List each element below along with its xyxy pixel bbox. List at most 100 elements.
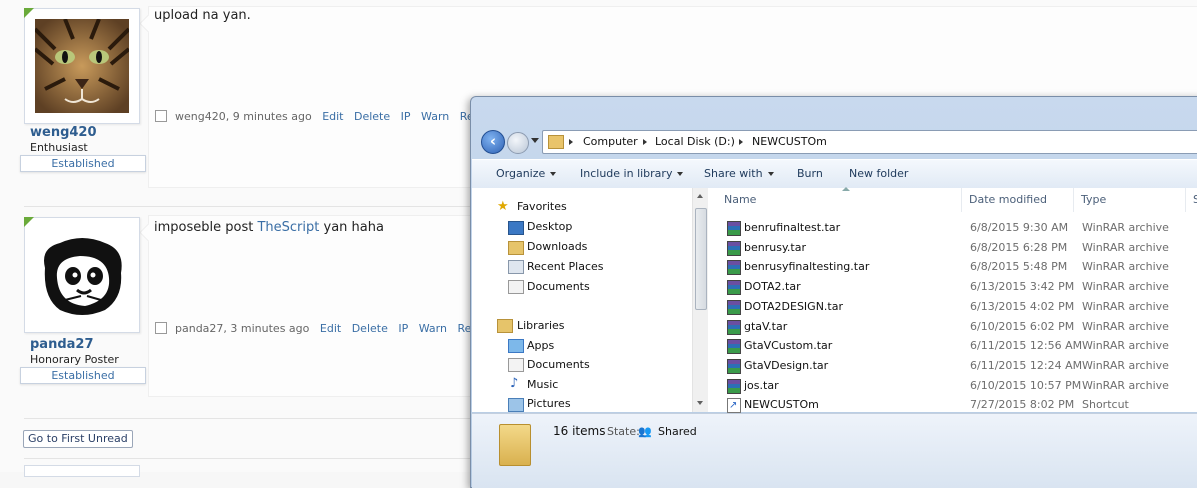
ip-link[interactable]: IP: [401, 110, 411, 123]
burn-button[interactable]: Burn: [797, 167, 823, 180]
share-with-button[interactable]: Share with: [704, 167, 774, 180]
file-type: WinRAR archive: [1082, 299, 1169, 313]
folder-icon: [499, 424, 531, 466]
new-folder-button[interactable]: New folder: [849, 167, 908, 180]
post-meta: weng420, 9 minutes ago Edit Delete IP Wa…: [155, 110, 496, 123]
nav-libraries[interactable]: Libraries: [517, 319, 565, 332]
post-text: imposeble post TheScript yan haha: [154, 220, 384, 235]
rank-badge: Established: [20, 155, 146, 172]
file-name: NEWCUSTOm: [744, 398, 819, 412]
column-header-date-modified[interactable]: Date modified: [962, 188, 1074, 212]
rar-icon: [727, 319, 741, 335]
file-name: benrufinaltest.tar: [744, 221, 841, 234]
back-button[interactable]: ‹: [481, 130, 505, 154]
mention-link[interactable]: TheScript: [257, 220, 319, 235]
command-bar: Organize Include in library Share with B…: [472, 159, 1197, 189]
file-row[interactable]: DOTA2.tar 6/13/2015 3:42 PM WinRAR archive: [708, 277, 1197, 296]
state-label: State:: [607, 425, 640, 438]
forward-button[interactable]: [507, 132, 529, 154]
breadcrumb-arrow-icon[interactable]: [739, 139, 743, 145]
go-to-first-unread-button[interactable]: Go to First Unread: [23, 430, 133, 448]
edit-link[interactable]: Edit: [320, 322, 341, 335]
rar-icon: [727, 378, 741, 394]
post-text-after: yan haha: [323, 220, 384, 235]
rar-icon: [727, 358, 741, 374]
address-bar[interactable]: Computer Local Disk (D:) NEWCUSTOm: [542, 130, 1197, 154]
file-type: WinRAR archive: [1082, 319, 1169, 333]
file-date-modified: 6/8/2015 6:28 PM: [970, 240, 1068, 254]
avatar[interactable]: [24, 8, 140, 124]
file-date-modified: 6/13/2015 4:02 PM: [970, 299, 1075, 313]
file-date-modified: 7/27/2015 8:02 PM: [970, 398, 1075, 412]
avatar: [24, 465, 140, 477]
state-value: Shared: [658, 425, 697, 438]
desktop-icon: [508, 221, 524, 235]
file-name: GtaVCustom.tar: [744, 339, 833, 353]
breadcrumb-computer[interactable]: Computer: [583, 131, 638, 153]
file-row[interactable]: gtaV.tar 6/10/2015 6:02 PM WinRAR archive: [708, 317, 1197, 336]
nav-desktop[interactable]: Desktop: [527, 220, 572, 233]
column-header-size[interactable]: S: [1186, 188, 1197, 212]
shortcut-icon: [727, 396, 741, 415]
file-row[interactable]: jos.tar 6/10/2015 10:57 PM WinRAR archive: [708, 376, 1197, 395]
avatar[interactable]: [24, 217, 140, 333]
organize-button[interactable]: Organize: [496, 167, 557, 180]
scroll-up-icon[interactable]: [697, 194, 703, 198]
file-date-modified: 6/11/2015 12:24 AM: [970, 358, 1083, 372]
nav-documents[interactable]: Documents: [527, 280, 590, 293]
music-icon: ♪: [510, 376, 519, 391]
file-row[interactable]: NEWCUSTOm 7/27/2015 8:02 PM Shortcut: [708, 395, 1197, 415]
nav-apps[interactable]: Apps: [527, 339, 554, 352]
file-row[interactable]: benrusyfinaltesting.tar 6/8/2015 5:48 PM W…: [708, 257, 1197, 276]
nav-pictures[interactable]: Pictures: [527, 397, 571, 410]
rar-icon: [727, 240, 741, 256]
delete-link[interactable]: Delete: [352, 322, 388, 335]
username-link[interactable]: weng420: [30, 125, 97, 140]
warn-link[interactable]: Warn: [419, 322, 447, 335]
breadcrumb-arrow-icon[interactable]: [569, 139, 573, 145]
scroll-down-icon[interactable]: [697, 401, 703, 405]
include-in-library-button[interactable]: Include in library: [580, 167, 684, 180]
username-link[interactable]: panda27: [30, 337, 94, 352]
folder-icon: [548, 135, 564, 149]
file-row[interactable]: benrusy.tar 6/8/2015 6:28 PM WinRAR archiv…: [708, 238, 1197, 257]
file-name: DOTA2DESIGN.tar: [744, 299, 843, 313]
select-post-checkbox[interactable]: [155, 110, 167, 122]
nav-recent-places[interactable]: Recent Places: [527, 260, 604, 273]
nav-pane-scrollbar[interactable]: [692, 188, 708, 412]
file-date-modified: 6/11/2015 12:56 AM: [970, 339, 1083, 353]
file-name: GtaVDesign.tar: [744, 358, 829, 372]
file-name: benrusyfinaltesting.tar: [744, 260, 870, 274]
tiger-avatar-image: [35, 19, 129, 113]
column-header-type[interactable]: Type: [1074, 188, 1186, 212]
column-header-name[interactable]: Name: [708, 187, 962, 212]
explorer-window: ‹ Computer Local Disk (D:) NEWCUSTOm Org…: [470, 96, 1197, 488]
file-type: WinRAR archive: [1082, 358, 1169, 372]
breadcrumb-arrow-icon[interactable]: [643, 139, 647, 145]
edit-link[interactable]: Edit: [322, 110, 343, 123]
file-date-modified: 6/8/2015 9:30 AM: [970, 221, 1069, 234]
user-title: Enthusiast: [30, 141, 88, 154]
file-row[interactable]: benrufinaltest.tar 6/8/2015 9:30 AM WinRAR…: [708, 218, 1197, 237]
breadcrumb-local-disk[interactable]: Local Disk (D:): [655, 131, 735, 153]
file-row[interactable]: GtaVDesign.tar 6/11/2015 12:24 AM WinRAR a…: [708, 356, 1197, 375]
file-row[interactable]: GtaVCustom.tar 6/11/2015 12:56 AM WinRAR a…: [708, 336, 1197, 355]
breadcrumb-folder[interactable]: NEWCUSTOm: [752, 131, 827, 153]
nav-downloads[interactable]: Downloads: [527, 240, 587, 253]
file-type: WinRAR archive: [1082, 221, 1169, 234]
rank-badge: Established: [20, 367, 146, 384]
nav-library-documents[interactable]: Documents: [527, 358, 590, 371]
nav-favorites[interactable]: Favorites: [517, 200, 567, 213]
post-text: upload na yan.: [154, 8, 251, 23]
post-author-time: weng420, 9 minutes ago: [175, 110, 312, 123]
delete-link[interactable]: Delete: [354, 110, 390, 123]
scrollbar-thumb[interactable]: [695, 208, 707, 310]
select-post-checkbox[interactable]: [155, 322, 167, 334]
file-type: WinRAR archive: [1082, 240, 1169, 254]
ip-link[interactable]: IP: [398, 322, 408, 335]
warn-link[interactable]: Warn: [421, 110, 449, 123]
nav-music[interactable]: Music: [527, 378, 558, 391]
file-row[interactable]: DOTA2DESIGN.tar 6/13/2015 4:02 PM WinRAR a…: [708, 297, 1197, 316]
navigation-pane: ★ Favorites Desktop Downloads Recent Pla…: [472, 188, 692, 412]
recent-pages-dropdown[interactable]: [531, 138, 539, 143]
